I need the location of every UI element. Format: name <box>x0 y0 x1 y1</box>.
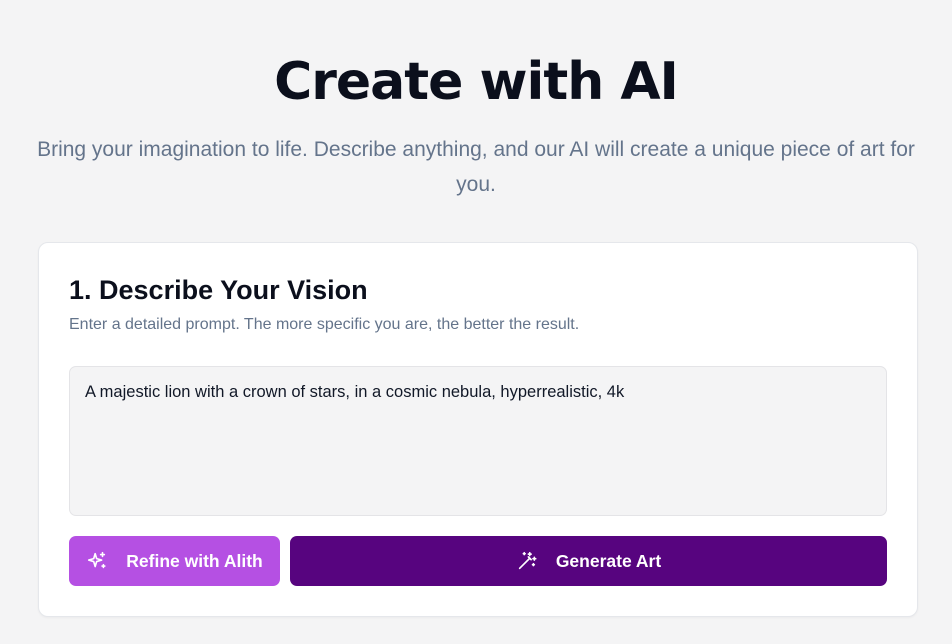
refine-button[interactable]: Refine with Alith <box>69 536 280 586</box>
page-title: Create with AI <box>274 52 679 112</box>
magic-wand-icon <box>516 550 538 572</box>
page: Create with AI Bring your imagination to… <box>0 0 952 644</box>
describe-vision-card: 1. Describe Your Vision Enter a detailed… <box>38 242 918 617</box>
section-description: Enter a detailed prompt. The more specif… <box>69 316 580 333</box>
section-title: 1. Describe Your Vision <box>69 275 368 305</box>
page-subtitle: Bring your imagination to life. Describe… <box>37 138 915 196</box>
generate-art-button[interactable]: Generate Art <box>290 536 887 586</box>
sparkles-icon <box>86 550 108 572</box>
generate-button-label: Generate Art <box>555 550 662 571</box>
prompt-input[interactable]: A majestic lion with a crown of stars, i… <box>69 366 887 516</box>
refine-button-label: Refine with Alith <box>126 550 263 571</box>
